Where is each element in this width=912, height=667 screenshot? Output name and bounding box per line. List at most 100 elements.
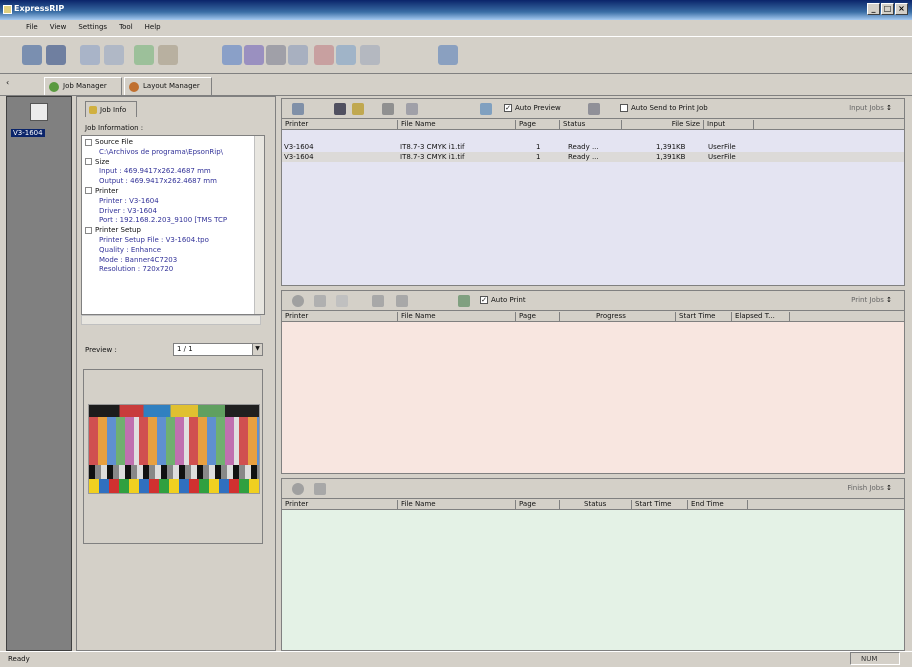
- tool-icon[interactable]: [336, 45, 356, 65]
- help-icon[interactable]: [438, 45, 458, 65]
- row-printer: V3-1604: [284, 153, 314, 161]
- tree-category[interactable]: Printer Setup: [85, 226, 264, 236]
- col-status[interactable]: Status: [560, 500, 632, 510]
- tab-layout-manager[interactable]: Layout Manager: [124, 77, 212, 95]
- row-size: 1,391KB: [656, 143, 686, 151]
- job-manager-icon: [49, 82, 59, 92]
- layout-manager-icon: [129, 82, 139, 92]
- delete-icon[interactable]: [382, 103, 394, 115]
- record-icon[interactable]: [292, 295, 304, 307]
- auto-print-checkbox[interactable]: ✓: [480, 296, 488, 304]
- profile-icon[interactable]: [314, 45, 334, 65]
- stack-icon[interactable]: [396, 295, 408, 307]
- preview-page-select[interactable]: 1 / 1 ▼: [173, 343, 263, 356]
- col-page[interactable]: Page: [516, 500, 560, 510]
- tree-value[interactable]: Mode : Banner4C7203: [85, 256, 264, 266]
- folder-icon[interactable]: [352, 103, 364, 115]
- tree-vertical-scrollbar[interactable]: [254, 136, 264, 314]
- col-start-time[interactable]: Start Time: [676, 312, 732, 322]
- window-title: ExpressRIP: [14, 4, 65, 13]
- finish-jobs-label[interactable]: Finish Jobs: [847, 484, 892, 492]
- finish-jobs-pane: Finish Jobs Printer File Name Page Statu…: [281, 478, 905, 651]
- tab-job-info[interactable]: Job Info: [85, 101, 137, 117]
- tree-category[interactable]: Size: [85, 158, 264, 168]
- tree-category[interactable]: Source File: [85, 138, 264, 148]
- open-icon[interactable]: [22, 45, 42, 65]
- print-table-header: Printer File Name Page Progress Start Ti…: [282, 311, 904, 322]
- auto-preview-checkbox[interactable]: ✓: [504, 104, 512, 112]
- printer-icon[interactable]: [30, 103, 48, 121]
- col-progress[interactable]: Progress: [560, 312, 676, 322]
- send-icon[interactable]: [588, 103, 600, 115]
- tree-value[interactable]: Quality : Enhance: [85, 246, 264, 256]
- preview-icon[interactable]: [480, 103, 492, 115]
- job-info-tree[interactable]: Source File C:\Archivos de programa\Epson…: [81, 135, 265, 315]
- col-status[interactable]: Status: [560, 120, 622, 130]
- tree-value[interactable]: Driver : V3-1604: [85, 207, 264, 217]
- col-page[interactable]: Page: [516, 312, 560, 322]
- row-input: UserFile: [708, 153, 736, 161]
- close-button[interactable]: ×: [895, 3, 908, 15]
- auto-print-icon[interactable]: [458, 295, 470, 307]
- save-icon[interactable]: [46, 45, 66, 65]
- rip-icon[interactable]: [334, 103, 346, 115]
- settings-icon[interactable]: [158, 45, 178, 65]
- tree-category[interactable]: Printer: [85, 187, 264, 197]
- menu-file[interactable]: File: [26, 23, 38, 36]
- tree-value[interactable]: Port : 192.168.2.203_9100 [TMS TCP: [85, 216, 264, 226]
- lock-icon[interactable]: [372, 295, 384, 307]
- tree-value[interactable]: Printer : V3-1604: [85, 197, 264, 207]
- tab-job-manager[interactable]: Job Manager: [44, 77, 122, 95]
- cancel-icon[interactable]: [336, 295, 348, 307]
- printer-list-item[interactable]: V3-1604: [11, 129, 45, 137]
- print-icon[interactable]: [80, 45, 100, 65]
- check-icon[interactable]: [134, 45, 154, 65]
- color-icon[interactable]: [222, 45, 242, 65]
- status-text: Ready: [8, 655, 30, 663]
- col-input[interactable]: Input: [704, 120, 754, 130]
- row-input: UserFile: [708, 143, 736, 151]
- col-file-name[interactable]: File Name: [398, 120, 516, 130]
- printer-icon[interactable]: [266, 45, 286, 65]
- calibrate-icon[interactable]: [288, 45, 308, 65]
- auto-send-label: Auto Send to Print Job: [631, 104, 708, 112]
- col-start-time[interactable]: Start Time: [632, 500, 688, 510]
- maximize-button[interactable]: □: [881, 3, 894, 15]
- col-printer[interactable]: Printer: [282, 312, 398, 322]
- tree-value[interactable]: Input : 469.9417x262.4687 mm: [85, 167, 264, 177]
- title-bar: ExpressRIP _ □ ×: [0, 0, 912, 20]
- tree-value[interactable]: Resolution : 720x720: [85, 265, 264, 275]
- input-jobs-label[interactable]: Input Jobs: [849, 104, 892, 112]
- tree-value[interactable]: Printer Setup File : V3-1604.tpo: [85, 236, 264, 246]
- col-file-name[interactable]: File Name: [398, 500, 516, 510]
- tree-horizontal-scrollbar[interactable]: [81, 315, 261, 325]
- minimize-button[interactable]: _: [867, 3, 880, 15]
- chevron-down-icon[interactable]: ▼: [252, 344, 262, 355]
- menu-tool[interactable]: Tool: [119, 23, 133, 36]
- refresh-icon[interactable]: [104, 45, 124, 65]
- tree-value[interactable]: C:\Archivos de programa\EpsonRip\: [85, 148, 264, 158]
- tree-value[interactable]: Output : 469.9417x262.4687 mm: [85, 177, 264, 187]
- pause-icon[interactable]: [314, 295, 326, 307]
- col-page[interactable]: Page: [516, 120, 560, 130]
- table-row[interactable]: V3-1604 IT8.7-3 CMYK i1.tif 1 Ready ... …: [282, 152, 904, 162]
- table-row[interactable]: V3-1604 IT8.7-3 CMYK i1.tif 1 Ready ... …: [282, 142, 904, 152]
- measure-icon[interactable]: [360, 45, 380, 65]
- properties-icon[interactable]: [406, 103, 418, 115]
- add-file-icon[interactable]: [292, 103, 304, 115]
- arrow-left-icon[interactable]: ‹: [6, 78, 9, 87]
- stack-icon[interactable]: [314, 483, 326, 495]
- menu-settings[interactable]: Settings: [78, 23, 107, 36]
- layout-icon[interactable]: [244, 45, 264, 65]
- auto-send-checkbox[interactable]: [620, 104, 628, 112]
- col-printer[interactable]: Printer: [282, 120, 398, 130]
- col-end-time[interactable]: End Time: [688, 500, 748, 510]
- record-icon[interactable]: [292, 483, 304, 495]
- col-file-name[interactable]: File Name: [398, 312, 516, 322]
- col-printer[interactable]: Printer: [282, 500, 398, 510]
- menu-view[interactable]: View: [50, 23, 67, 36]
- print-jobs-label[interactable]: Print Jobs: [851, 296, 892, 304]
- menu-help[interactable]: Help: [145, 23, 161, 36]
- col-file-size[interactable]: File Size: [622, 120, 704, 130]
- col-elapsed[interactable]: Elapsed T...: [732, 312, 790, 322]
